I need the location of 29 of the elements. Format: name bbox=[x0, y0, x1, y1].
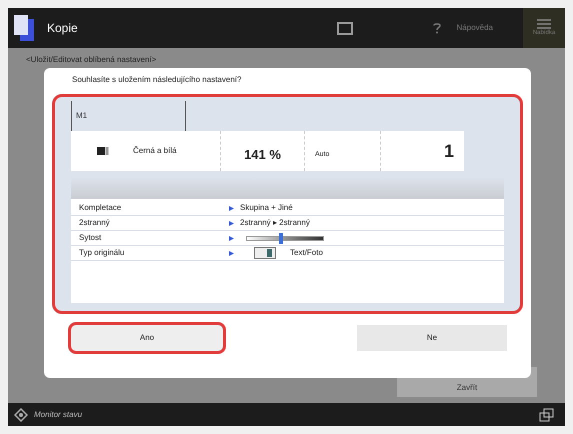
setting-label: Kompletace bbox=[79, 202, 122, 214]
status-monitor-label[interactable]: Monitor stavu bbox=[34, 408, 82, 420]
color-mode-icon bbox=[97, 147, 109, 155]
arrow-icon bbox=[229, 220, 234, 226]
setting-value: Skupina + Jiné bbox=[240, 202, 293, 214]
original-type-icon bbox=[254, 247, 276, 259]
app-title: Kopie bbox=[47, 20, 78, 37]
help-icon[interactable] bbox=[432, 22, 441, 34]
tray-icon[interactable] bbox=[539, 408, 555, 422]
setting-value: 2stranný ▸ 2stranný bbox=[240, 217, 310, 229]
arrow-icon bbox=[229, 236, 234, 240]
help-label: Nápověda bbox=[456, 22, 493, 34]
diamond-icon bbox=[14, 408, 28, 422]
status-icon[interactable] bbox=[336, 22, 353, 34]
arrow-icon bbox=[229, 250, 234, 256]
copy-icon bbox=[13, 14, 35, 42]
dialog-button[interactable]: Ano bbox=[68, 322, 226, 354]
menu-icon bbox=[537, 18, 551, 28]
arrow-icon bbox=[229, 206, 234, 210]
color-mode: Černá a bílá bbox=[133, 145, 177, 157]
dialog-button[interactable]: Ne bbox=[357, 325, 507, 351]
copies-value: 1 bbox=[444, 140, 454, 162]
setting-label: Sytost bbox=[79, 232, 102, 244]
zoom-value: 141 % bbox=[244, 146, 281, 164]
setting-label: Typ originálu bbox=[79, 247, 126, 259]
setting-value: Text/Foto bbox=[290, 247, 323, 259]
setting-label: 2stranný bbox=[79, 217, 111, 229]
subtitle: <Uložit/Editovat oblíbená nastavení> bbox=[26, 54, 158, 66]
dialog-question: Souhlasíte s uložením následujícího nastavení? bbox=[72, 74, 242, 86]
